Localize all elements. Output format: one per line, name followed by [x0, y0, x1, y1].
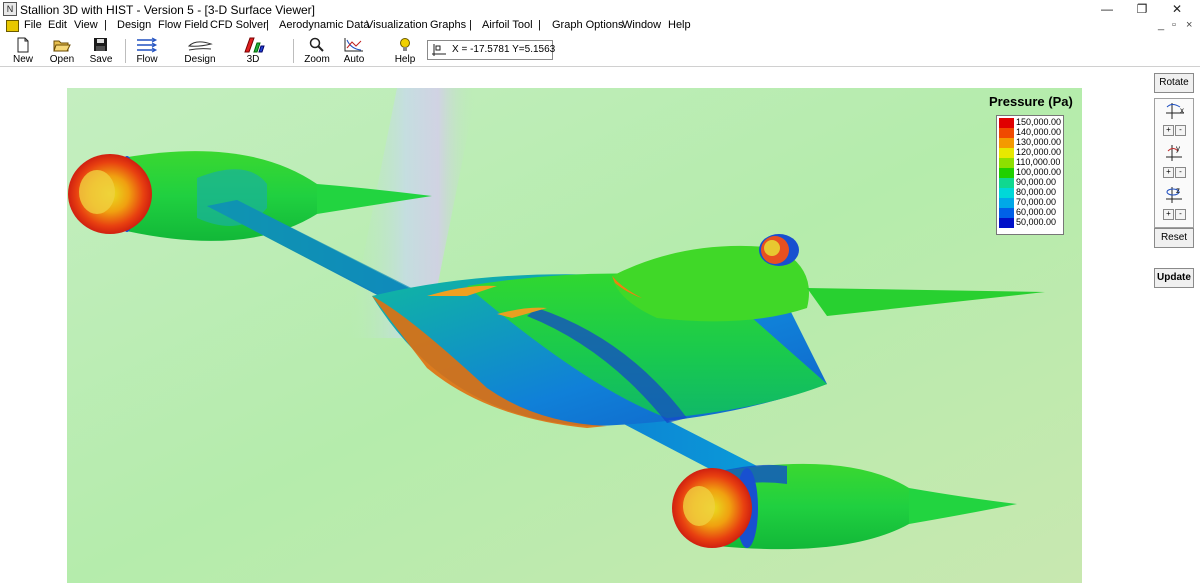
- mdi-close-button[interactable]: ×: [1186, 19, 1192, 31]
- zoom-button[interactable]: Zoom: [302, 35, 332, 66]
- zoom-label: Zoom: [304, 54, 330, 65]
- new-button[interactable]: New: [8, 35, 38, 66]
- legend-swatch: [999, 188, 1014, 198]
- update-button[interactable]: Update: [1154, 268, 1194, 288]
- legend-swatch: [999, 198, 1014, 208]
- coordinate-text: X = -17.5781 Y=5.1563: [452, 44, 556, 55]
- 3d-label: 3D: [246, 54, 260, 65]
- help-label: Help: [394, 54, 416, 65]
- y-plus-button[interactable]: +: [1163, 167, 1174, 178]
- legend-title: Pressure (Pa): [989, 94, 1073, 109]
- menu-aerodynamic-data[interactable]: Aerodynamic Data: [279, 19, 370, 31]
- mdi-minimize-button[interactable]: _: [1158, 19, 1164, 31]
- menu-window[interactable]: Window: [622, 19, 661, 31]
- toolbar: New Open Save Flow Design 3D Zoom Auto H…: [0, 35, 1200, 67]
- legend-swatch: [999, 118, 1014, 128]
- menu-separator: |: [266, 19, 269, 31]
- legend-swatch: [999, 218, 1014, 228]
- z-minus-button[interactable]: -: [1175, 209, 1186, 220]
- flow-label: Flow: [136, 54, 158, 65]
- menu-flow-field[interactable]: Flow Field: [158, 19, 208, 31]
- menu-bar: File Edit View | Design Flow Field CFD S…: [0, 18, 1200, 34]
- menu-file[interactable]: File: [24, 19, 42, 31]
- legend-swatch: [999, 158, 1014, 168]
- menu-help[interactable]: Help: [668, 19, 691, 31]
- menu-separator: |: [104, 19, 107, 31]
- toolbar-separator: [293, 39, 294, 63]
- flow-button[interactable]: Flow: [132, 35, 162, 66]
- auto-scale-chart-icon: [344, 38, 363, 52]
- legend-swatch: [999, 148, 1014, 158]
- z-axis-rotate-icon: z: [1166, 186, 1182, 203]
- z-plus-button[interactable]: +: [1163, 209, 1174, 220]
- legend-swatch: [999, 178, 1014, 188]
- y-axis-rotate-icon: y: [1166, 144, 1182, 161]
- cursor-crosshair-icon: [432, 44, 446, 56]
- save-label: Save: [89, 54, 113, 65]
- svg-text:z: z: [1176, 186, 1180, 195]
- flow-lines-icon: [137, 37, 158, 53]
- reset-button[interactable]: Reset: [1154, 228, 1194, 248]
- close-button[interactable]: ✕: [1160, 0, 1194, 18]
- document-icon[interactable]: [6, 20, 19, 32]
- svg-text:y: y: [1176, 144, 1180, 153]
- z-axis-control: z + -: [1155, 185, 1193, 221]
- legend-swatch: [999, 138, 1014, 148]
- menu-graph-options[interactable]: Graph Options: [552, 19, 624, 31]
- mdi-restore-button[interactable]: ▫: [1172, 19, 1176, 31]
- new-label: New: [12, 54, 33, 65]
- airfoil-design-icon: [187, 41, 213, 51]
- menu-design[interactable]: Design: [117, 19, 151, 31]
- open-button[interactable]: Open: [46, 35, 78, 66]
- window-title: Stallion 3D with HIST - Version 5 - [3-D…: [20, 3, 316, 17]
- save-disk-icon: [94, 38, 107, 51]
- app-icon[interactable]: N: [3, 2, 17, 16]
- legend-swatch: [999, 168, 1014, 178]
- open-label: Open: [49, 54, 75, 65]
- design-button[interactable]: Design: [180, 35, 220, 66]
- x-axis-rotate-icon: x: [1166, 103, 1184, 119]
- pressure-legend: 150,000.00 140,000.00 130,000.00 120,000…: [996, 115, 1064, 235]
- y-minus-button[interactable]: -: [1175, 167, 1186, 178]
- magnifier-icon: [309, 37, 324, 52]
- 3d-button[interactable]: 3D: [238, 35, 268, 66]
- rotate-button[interactable]: Rotate: [1154, 73, 1194, 93]
- menu-separator: |: [538, 19, 541, 31]
- y-axis-control: y + -: [1155, 143, 1193, 179]
- view-control-panel: Rotate x + - y + - z + - Reset Update: [1140, 67, 1200, 583]
- x-plus-button[interactable]: +: [1163, 125, 1174, 136]
- folder-open-icon: [53, 40, 71, 52]
- coordinate-readout: X = -17.5781 Y=5.1563: [427, 40, 556, 60]
- x-minus-button[interactable]: -: [1175, 125, 1186, 136]
- menu-graphs[interactable]: Graphs: [430, 19, 466, 31]
- surface-viewport[interactable]: Pressure (Pa) 150,000.00 140,000.00 130,…: [67, 88, 1082, 583]
- menu-cfd-solver[interactable]: CFD Solver: [210, 19, 267, 31]
- axis-rotation-group: x + - y + - z + -: [1154, 98, 1194, 228]
- menu-view[interactable]: View: [74, 19, 98, 31]
- help-lightbulb-icon: [400, 38, 410, 51]
- aircraft-surface-render: [67, 88, 1082, 583]
- svg-text:x: x: [1180, 106, 1184, 115]
- legend-label: 50,000.00: [1016, 217, 1057, 227]
- 3d-view-icon: [244, 37, 265, 53]
- auto-label: Auto: [343, 54, 365, 65]
- toolbar-separator: [125, 39, 126, 63]
- menu-separator: |: [469, 19, 472, 31]
- legend-swatch: [999, 208, 1014, 218]
- legend-swatch: [999, 128, 1014, 138]
- restore-button[interactable]: ❐: [1125, 0, 1159, 18]
- auto-button[interactable]: Auto: [339, 35, 369, 66]
- menu-airfoil-tool[interactable]: Airfoil Tool: [482, 19, 533, 31]
- x-axis-control: x + -: [1155, 101, 1193, 137]
- new-file-icon: [17, 37, 29, 53]
- menu-edit[interactable]: Edit: [48, 19, 67, 31]
- design-label: Design: [184, 54, 216, 65]
- title-bar: N Stallion 3D with HIST - Version 5 - [3…: [0, 0, 1200, 18]
- help-button[interactable]: Help: [391, 35, 419, 66]
- save-button[interactable]: Save: [86, 35, 116, 66]
- minimize-button[interactable]: —: [1090, 0, 1124, 18]
- menu-visualization[interactable]: Visualization: [366, 19, 428, 31]
